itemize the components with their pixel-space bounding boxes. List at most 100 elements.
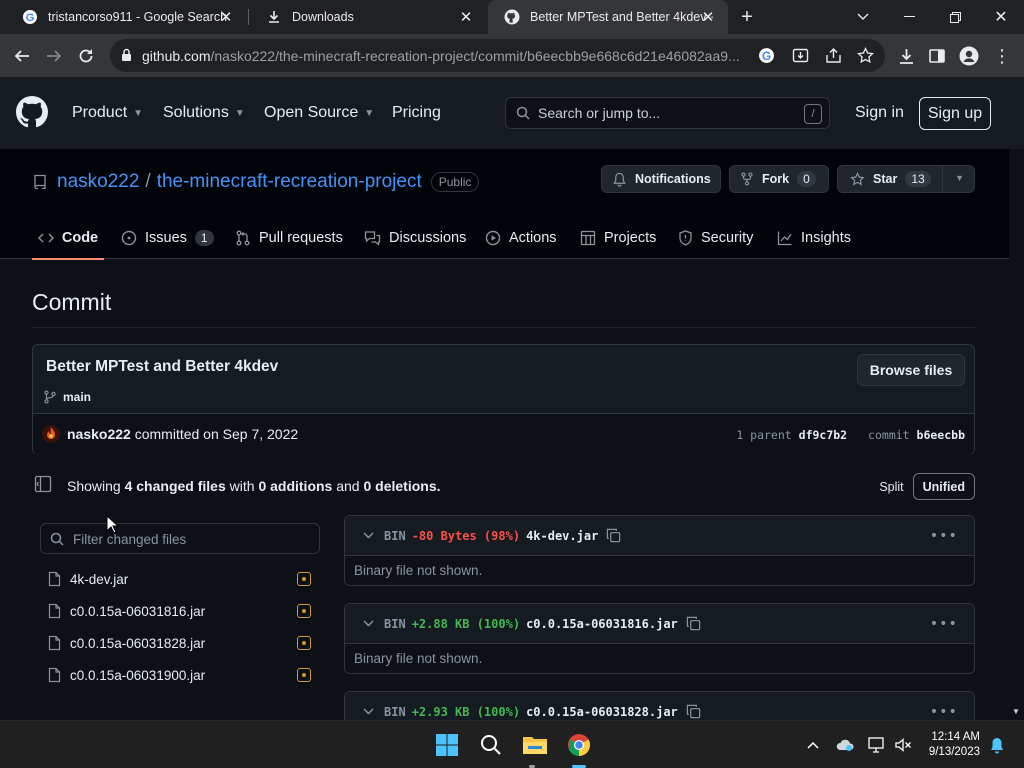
nav-open-source[interactable]: Open Source ▼ [264, 104, 374, 122]
mouse-cursor-icon [106, 514, 120, 539]
chevron-down-icon[interactable] [363, 708, 374, 715]
reload-button[interactable] [72, 42, 100, 70]
volume-muted-icon[interactable] [893, 735, 913, 755]
tab-security[interactable]: Security [678, 217, 753, 259]
file-tree-item[interactable]: c0.0.15a-06031816.jar [40, 599, 320, 623]
chrome-icon[interactable] [563, 729, 595, 761]
more-options-icon[interactable]: ••• [930, 528, 958, 544]
browse-files-button[interactable]: Browse files [857, 354, 965, 386]
author-link[interactable]: nasko222 [67, 426, 131, 442]
chevron-up-icon[interactable] [803, 735, 823, 755]
browser-tab-downloads[interactable]: Downloads ✕ [250, 0, 486, 34]
bookmark-star-icon[interactable] [857, 46, 874, 69]
diff-file-name[interactable]: c0.0.15a-06031828.jar [526, 705, 678, 719]
back-button[interactable] [8, 42, 36, 70]
unified-view-button[interactable]: Unified [912, 473, 975, 500]
install-app-icon[interactable] [792, 47, 809, 69]
forward-button[interactable] [40, 42, 68, 70]
network-icon[interactable] [867, 735, 887, 755]
tab-search-icon[interactable] [840, 0, 886, 34]
sign-up-button[interactable]: Sign up [919, 97, 991, 130]
diff-file-header: BIN +2.88 KB (100%) c0.0.15a-06031816.ja… [345, 604, 974, 644]
tab-label: Code [61, 230, 99, 246]
search-input[interactable]: Search or jump to... / [505, 97, 830, 129]
commit-branch[interactable]: main [43, 390, 91, 404]
address-bar[interactable]: github.com/nasko222/the-minecraft-recrea… [110, 39, 885, 72]
github-logo-icon[interactable] [16, 96, 48, 133]
share-icon[interactable] [825, 47, 842, 69]
file-tree-item[interactable]: c0.0.15a-06031828.jar [40, 631, 320, 655]
clock-date: 9/13/2023 [928, 746, 980, 758]
fork-button[interactable]: Fork 0 [729, 165, 829, 193]
parent-label: 1 parent [736, 428, 792, 442]
avatar[interactable] [42, 425, 60, 448]
restore-button[interactable] [932, 0, 978, 34]
star-button[interactable]: Star 13 ▼ [837, 165, 975, 193]
tab-label: Pull requests [259, 230, 343, 246]
tab-label: Discussions [389, 230, 467, 246]
tab-actions[interactable]: Actions [485, 217, 557, 259]
copy-icon[interactable] [686, 616, 701, 631]
repo-header: nasko222 / the-minecraft-recreation-proj… [0, 149, 1024, 260]
notification-bell-icon[interactable] [987, 735, 1007, 755]
windows-start-icon[interactable] [431, 729, 463, 761]
search-icon[interactable] [475, 729, 507, 761]
menu-kebab-icon[interactable]: ⋮ [988, 42, 1016, 70]
tab-issues[interactable]: Issues 1 [121, 217, 214, 259]
chevron-down-icon[interactable] [363, 532, 374, 539]
close-icon[interactable]: ✕ [700, 9, 716, 26]
github-header: Product ▼ Solutions ▼ Open Source ▼ Pricing… [0, 77, 1024, 149]
close-window-button[interactable]: ✕ [978, 0, 1024, 34]
onedrive-icon[interactable] [835, 735, 855, 755]
fork-label: Fork [762, 172, 790, 186]
diff-view-toggle: Split Unified [870, 473, 975, 500]
copy-icon[interactable] [686, 704, 701, 719]
filter-files-input[interactable]: Filter changed files [40, 523, 320, 554]
diff-size-change: -80 Bytes (98%) [411, 528, 521, 543]
google-lens-icon[interactable]: G [758, 47, 775, 69]
tab-label: Insights [801, 230, 851, 246]
copy-icon[interactable] [606, 528, 621, 543]
nav-pricing[interactable]: Pricing [392, 104, 441, 122]
file-icon [48, 603, 61, 619]
diff-file-name[interactable]: c0.0.15a-06031816.jar [526, 617, 678, 631]
parent-sha-link[interactable]: df9c7b2 [799, 428, 847, 442]
chevron-down-icon: ▼ [133, 107, 144, 119]
more-options-icon[interactable]: ••• [930, 704, 958, 720]
repo-name-link[interactable]: the-minecraft-recreation-project [157, 171, 422, 193]
chevron-down-icon[interactable] [363, 620, 374, 627]
repo-owner-link[interactable]: nasko222 [57, 171, 139, 193]
file-tree-item[interactable]: c0.0.15a-06031900.jar [40, 663, 320, 687]
downloads-icon[interactable] [892, 42, 920, 70]
new-tab-button[interactable]: + [731, 0, 763, 34]
minimize-button[interactable] [886, 0, 932, 34]
svg-text:G: G [26, 12, 35, 24]
sign-in-link[interactable]: Sign in [855, 104, 904, 122]
tab-insights[interactable]: Insights [777, 217, 851, 259]
side-panel-icon[interactable] [923, 42, 951, 70]
close-icon[interactable]: ✕ [458, 9, 474, 26]
browser-tab-google[interactable]: G tristancorso911 - Google Search ✕ [6, 0, 246, 34]
diff-file-header: BIN +2.93 KB (100%) c0.0.15a-06031828.ja… [345, 692, 974, 720]
tab-discussions[interactable]: Discussions [364, 217, 466, 259]
file-explorer-icon[interactable] [519, 729, 551, 761]
profile-avatar-icon[interactable] [955, 42, 983, 70]
file-name: c0.0.15a-06031828.jar [70, 635, 206, 651]
browser-tab-github[interactable]: Better MPTest and Better 4kdev · ✕ [488, 0, 728, 34]
notifications-button[interactable]: Notifications [601, 165, 721, 193]
diff-file-name[interactable]: 4k-dev.jar [526, 529, 598, 543]
tab-projects[interactable]: Projects [580, 217, 656, 259]
system-clock[interactable]: 12:14 AM 9/13/2023 [929, 730, 980, 760]
toggle-file-tree-icon[interactable] [34, 475, 52, 498]
nav-solutions[interactable]: Solutions ▼ [163, 104, 245, 122]
nav-product[interactable]: Product ▼ [72, 104, 143, 122]
close-icon[interactable]: ✕ [218, 9, 234, 26]
chevron-down-icon[interactable]: ▼ [955, 173, 964, 183]
split-view-button[interactable]: Split [870, 473, 912, 500]
more-options-icon[interactable]: ••• [930, 616, 958, 632]
file-tree-item[interactable]: 4k-dev.jar [40, 567, 320, 591]
tab-pull-requests[interactable]: Pull requests [235, 217, 343, 259]
scroll-down-arrow-icon[interactable]: ▼ [1012, 707, 1020, 716]
tab-code[interactable]: Code [32, 217, 104, 260]
page-scrollbar[interactable]: ▼ [1009, 149, 1024, 720]
